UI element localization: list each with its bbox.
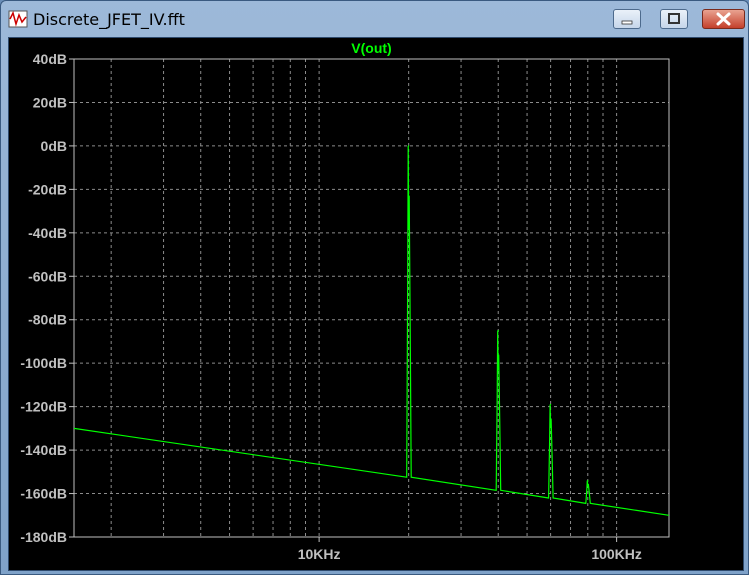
fft-window: Discrete_JFET_IV.fft 40dB 20dB 0dB -20dB -40… [0, 0, 749, 575]
plot-frame [73, 58, 670, 538]
y-tick-label: 40dB [33, 51, 67, 67]
y-tick-label: -160dB [20, 486, 67, 502]
harmonic-peak-point [587, 479, 589, 482]
minimize-button[interactable] [613, 9, 641, 29]
ltspice-waveform-icon [8, 10, 28, 28]
y-tick-label: 0dB [41, 138, 67, 154]
x-tick-label: 10KHz [298, 546, 341, 562]
close-button[interactable] [702, 9, 745, 29]
y-tick-label: -180dB [20, 529, 67, 545]
x-tick-label: 100KHz [591, 546, 642, 562]
y-tick-label: -60dB [28, 268, 67, 284]
harmonic-peak-point [408, 145, 410, 147]
chart-title: V(out) [351, 40, 391, 56]
y-tick-label: -100dB [20, 355, 67, 371]
y-tick-label: 20dB [33, 94, 67, 110]
y-tick-label: -20dB [28, 181, 67, 197]
window-title: Discrete_JFET_IV.fft [33, 10, 185, 29]
harmonic-peak-point [550, 403, 552, 406]
y-tick-label: -140dB [20, 442, 67, 458]
plot-area[interactable]: 40dB 20dB 0dB -20dB -40dB -60dB -80dB -100dB -12… [8, 37, 744, 571]
close-icon [716, 12, 731, 26]
y-tick-label: -120dB [20, 399, 67, 415]
maximize-icon [668, 13, 680, 24]
harmonic-peak-point [497, 329, 499, 332]
y-tick-label: -80dB [28, 312, 67, 328]
maximize-button[interactable] [660, 9, 688, 29]
y-tick-label: -40dB [28, 225, 67, 241]
title-bar[interactable]: Discrete_JFET_IV.fft [1, 1, 748, 37]
fft-chart: 40dB 20dB 0dB -20dB -40dB -60dB -80dB -100dB -12… [20, 40, 670, 562]
minimize-icon [621, 20, 633, 25]
